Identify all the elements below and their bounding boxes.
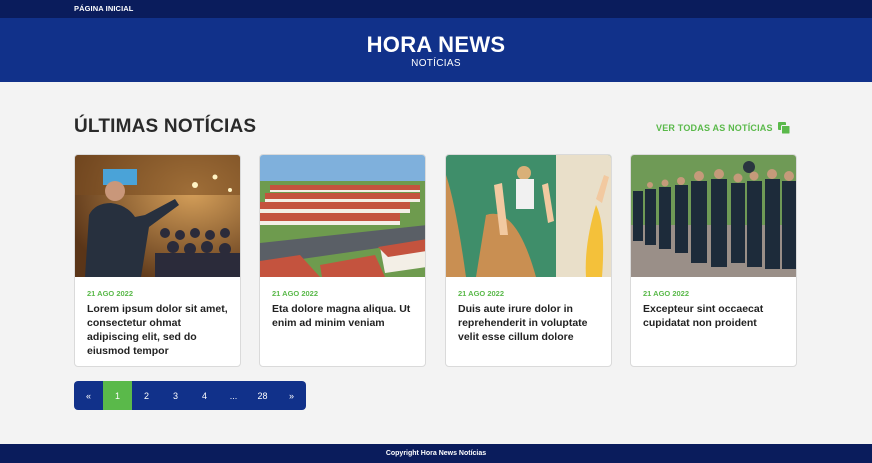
news-date: 21 AGO 2022 xyxy=(643,289,689,298)
news-headline[interactable]: Lorem ipsum dolor sit amet, consectetur … xyxy=(87,302,233,358)
pagination-page-3[interactable]: 3 xyxy=(161,381,190,410)
pagination-prev-button[interactable]: « xyxy=(74,381,103,410)
pagination-ellipsis: ... xyxy=(219,381,248,410)
news-image-housing[interactable] xyxy=(260,155,425,277)
news-card[interactable]: 21 AGO 2022 Excepteur sint occaecat cupi… xyxy=(630,154,797,367)
pagination: « 1 2 3 4 ... 28 » xyxy=(74,381,306,410)
news-headline[interactable]: Eta dolore magna aliqua. Ut enim ad mini… xyxy=(272,302,418,330)
news-card[interactable]: 21 AGO 2022 Duis aute irure dolor in rep… xyxy=(445,154,612,367)
news-date: 21 AGO 2022 xyxy=(458,289,504,298)
pagination-next-button[interactable]: » xyxy=(277,381,306,410)
see-all-label: VER TODAS AS NOTÍCIAS xyxy=(656,123,773,133)
site-subtitle: NOTÍCIAS xyxy=(411,58,461,69)
copy-icon xyxy=(777,121,791,135)
news-headline[interactable]: Duis aute irure dolor in reprehenderit i… xyxy=(458,302,604,344)
pagination-page-28[interactable]: 28 xyxy=(248,381,277,410)
pagination-page-4[interactable]: 4 xyxy=(190,381,219,410)
news-headline[interactable]: Excepteur sint occaecat cupidatat non pr… xyxy=(643,302,789,330)
site-header: HORA NEWS NOTÍCIAS xyxy=(0,18,872,82)
site-title[interactable]: HORA NEWS xyxy=(0,32,872,58)
news-card[interactable]: 21 AGO 2022 Eta dolore magna aliqua. Ut … xyxy=(259,154,426,367)
pagination-page-2[interactable]: 2 xyxy=(132,381,161,410)
news-image-classroom[interactable] xyxy=(446,155,611,277)
news-date: 21 AGO 2022 xyxy=(87,289,133,298)
news-card[interactable]: 21 AGO 2022 Lorem ipsum dolor sit amet, … xyxy=(74,154,241,367)
pagination-page-1[interactable]: 1 xyxy=(103,381,132,410)
see-all-news-link[interactable]: VER TODAS AS NOTÍCIAS xyxy=(656,120,791,136)
news-date: 21 AGO 2022 xyxy=(272,289,318,298)
top-nav-bar: PÁGINA INICIAL xyxy=(0,0,872,18)
news-image-conference[interactable] xyxy=(75,155,240,277)
footer-copyright: Copyright Hora News Notícias xyxy=(0,444,872,463)
news-image-parade[interactable] xyxy=(631,155,796,277)
home-link[interactable]: PÁGINA INICIAL xyxy=(74,4,133,13)
section-title: ÚLTIMAS NOTÍCIAS xyxy=(74,116,257,137)
